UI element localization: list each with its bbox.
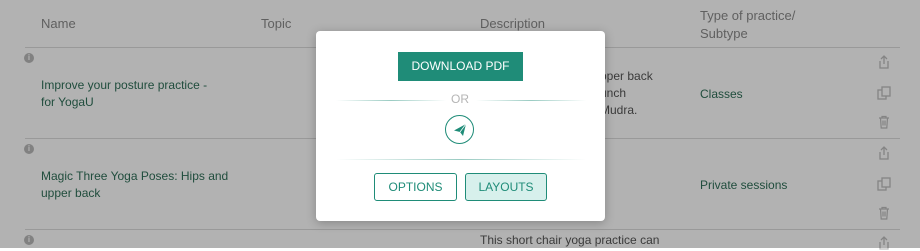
send-icon (454, 123, 467, 136)
or-separator: OR (451, 92, 469, 106)
export-modal: DOWNLOAD PDF OR OPTIONS LAYOUTS (316, 31, 605, 221)
send-button[interactable] (445, 115, 474, 144)
options-button[interactable]: OPTIONS (374, 173, 457, 201)
download-pdf-button[interactable]: DOWNLOAD PDF (398, 52, 523, 81)
divider-line (336, 100, 446, 101)
divider-line (336, 159, 586, 160)
divider-line (476, 100, 586, 101)
layouts-button[interactable]: LAYOUTS (465, 173, 547, 201)
